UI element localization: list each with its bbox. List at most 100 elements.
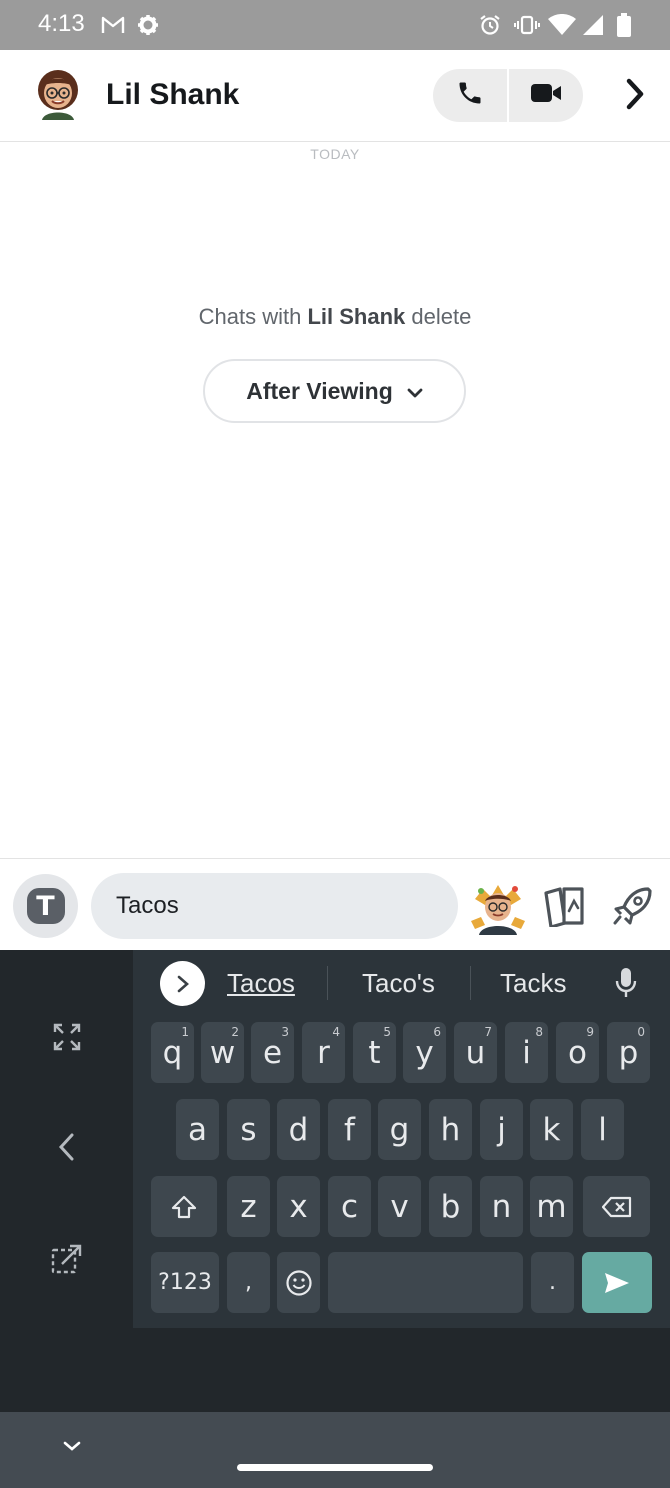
shift-icon (171, 1195, 197, 1218)
contact-name[interactable]: Lil Shank (106, 78, 239, 112)
suggestion-3[interactable]: Tacks (500, 968, 566, 999)
key-x[interactable]: x (277, 1176, 320, 1237)
space-key[interactable] (328, 1252, 523, 1313)
backspace-key[interactable] (583, 1176, 650, 1237)
rocket-icon (613, 887, 652, 925)
key-w[interactable]: w2 (201, 1022, 244, 1083)
key-label: o (568, 1034, 587, 1071)
voice-call-button[interactable] (433, 69, 507, 122)
chevron-down-icon (407, 378, 423, 405)
video-camera-icon (530, 82, 562, 109)
key-label: u (465, 1034, 486, 1071)
key-hint: 6 (433, 1025, 441, 1039)
status-time: 4:13 (38, 10, 85, 37)
key-l[interactable]: l (581, 1099, 624, 1160)
key-label: y (415, 1034, 434, 1071)
key-t[interactable]: t5 (353, 1022, 396, 1083)
key-r[interactable]: r4 (302, 1022, 345, 1083)
suggestion-divider (470, 966, 471, 1000)
system-nav-bar (0, 1412, 670, 1488)
key-j[interactable]: j (480, 1099, 523, 1160)
composer-bar: T Tacos (0, 858, 670, 950)
call-button-group (433, 69, 583, 122)
key-m[interactable]: m (530, 1176, 573, 1237)
key-c[interactable]: c (328, 1176, 371, 1237)
key-s[interactable]: s (227, 1099, 270, 1160)
delete-info-suffix: delete (405, 304, 472, 329)
key-label: w (209, 1034, 236, 1071)
message-input[interactable]: Tacos (91, 873, 458, 939)
bitmoji-sticker-button[interactable] (471, 877, 525, 935)
video-call-button[interactable] (507, 69, 583, 122)
toolbar-expand-button[interactable] (160, 961, 205, 1006)
key-hint: 1 (181, 1025, 189, 1039)
hide-keyboard-chevron-icon[interactable] (60, 1438, 84, 1459)
key-o[interactable]: o9 (556, 1022, 599, 1083)
period-key[interactable]: . (531, 1252, 574, 1313)
key-z[interactable]: z (227, 1176, 270, 1237)
phone-icon (456, 79, 484, 112)
cards-button[interactable] (542, 885, 588, 929)
key-h[interactable]: h (429, 1099, 472, 1160)
key-hint: 3 (281, 1025, 289, 1039)
key-g[interactable]: g (378, 1099, 421, 1160)
comma-key[interactable]: , (227, 1252, 270, 1313)
key-hint: 0 (637, 1025, 645, 1039)
date-divider: TODAY (310, 146, 360, 162)
send-arrow-icon (605, 1272, 629, 1293)
text-tool-icon: T (26, 888, 65, 924)
emoji-key[interactable] (277, 1252, 320, 1313)
key-hint: 2 (231, 1025, 239, 1039)
cards-icon (544, 887, 584, 929)
key-hint: 8 (535, 1025, 543, 1039)
rocket-button[interactable] (610, 885, 654, 927)
microphone-icon[interactable] (614, 966, 638, 1005)
home-gesture-handle[interactable] (237, 1464, 433, 1471)
key-u[interactable]: u7 (454, 1022, 497, 1083)
chevron-right-button[interactable] (618, 78, 652, 114)
shift-key[interactable] (151, 1176, 217, 1237)
key-f[interactable]: f (328, 1099, 371, 1160)
gmail-icon (100, 12, 126, 38)
keyboard-side-panel (0, 950, 133, 1328)
key-label: r (317, 1034, 330, 1071)
key-p[interactable]: p0 (607, 1022, 650, 1083)
key-hint: 5 (383, 1025, 391, 1039)
alarm-icon (478, 12, 502, 38)
key-label: t (368, 1034, 381, 1071)
emoji-icon (285, 1269, 312, 1296)
chat-header: Lil Shank (0, 50, 670, 142)
key-n[interactable]: n (480, 1176, 523, 1237)
on-screen-keyboard: Tacos Taco's Tacks q1 w2 e3 r4 t5 y6 u7 … (0, 950, 670, 1412)
key-d[interactable]: d (277, 1099, 320, 1160)
floating-keyboard-icon[interactable] (48, 1240, 86, 1278)
chevron-left-icon[interactable] (48, 1128, 86, 1166)
key-v[interactable]: v (378, 1176, 421, 1237)
suggestion-strip: Tacos Taco's Tacks (133, 950, 670, 1018)
key-q[interactable]: q1 (151, 1022, 194, 1083)
suggestion-2[interactable]: Taco's (362, 968, 435, 999)
key-b[interactable]: b (429, 1176, 472, 1237)
key-i[interactable]: i8 (505, 1022, 548, 1083)
symbols-key[interactable]: ?123 (151, 1252, 219, 1313)
backspace-icon (601, 1196, 631, 1217)
key-label: i (522, 1034, 531, 1071)
signal-icon (582, 12, 604, 38)
delete-info-text: Chats with Lil Shank delete (0, 304, 670, 330)
send-key[interactable] (582, 1252, 652, 1313)
bitmoji-avatar[interactable] (34, 68, 82, 120)
expand-icon[interactable] (48, 1018, 86, 1056)
chevron-right-icon (625, 78, 645, 115)
suggestion-1[interactable]: Tacos (227, 968, 295, 999)
key-hint: 7 (484, 1025, 492, 1039)
delete-setting-label: After Viewing (246, 377, 393, 404)
delete-setting-dropdown[interactable]: After Viewing (203, 359, 466, 423)
key-a[interactable]: a (176, 1099, 219, 1160)
key-label: e (262, 1034, 283, 1071)
key-hint: 4 (332, 1025, 340, 1039)
key-y[interactable]: y6 (403, 1022, 446, 1083)
text-tool-button[interactable]: T (13, 874, 78, 938)
key-e[interactable]: e3 (251, 1022, 294, 1083)
delete-info-prefix: Chats with (198, 304, 308, 329)
key-k[interactable]: k (530, 1099, 573, 1160)
